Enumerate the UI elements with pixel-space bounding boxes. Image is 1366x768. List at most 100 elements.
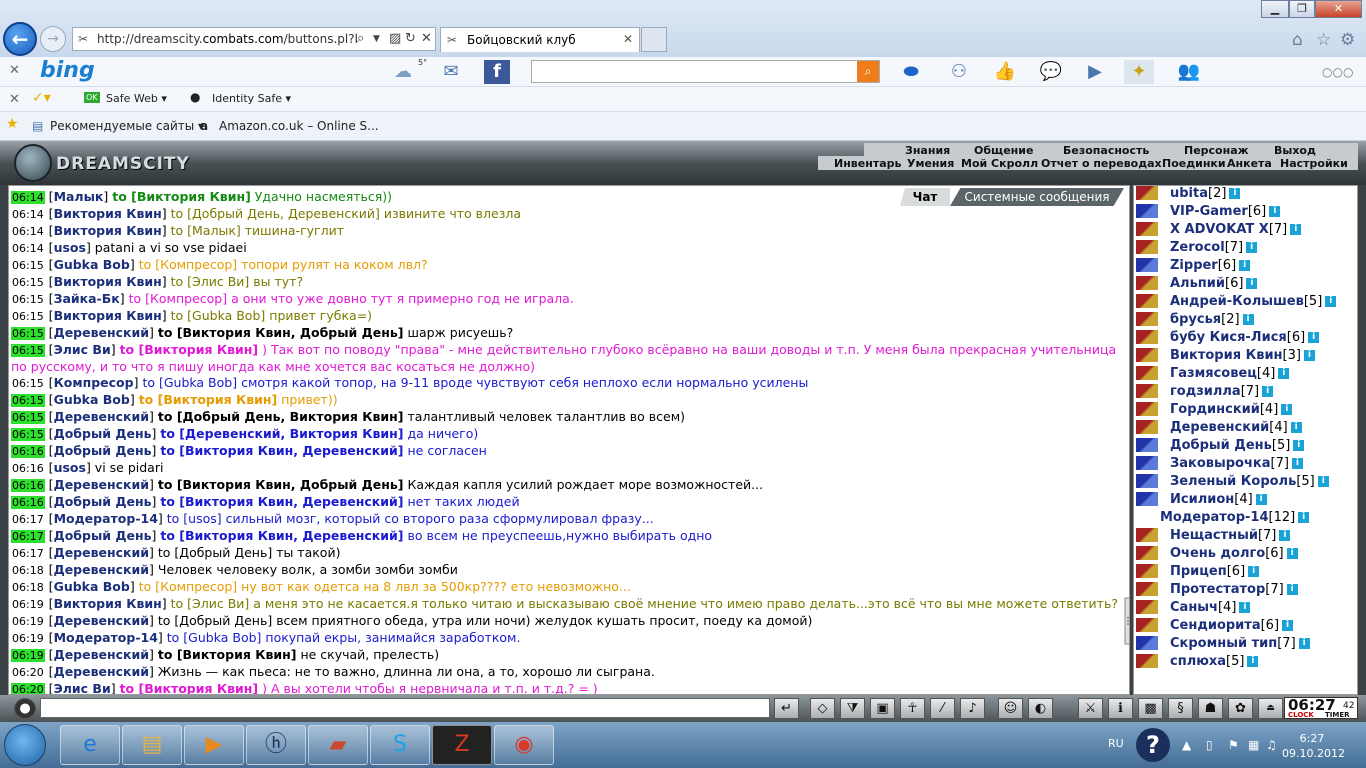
- tray-clock[interactable]: 6:27 09.10.2012: [1282, 731, 1345, 761]
- user-info-icon[interactable]: i: [1239, 260, 1251, 271]
- scroll-icon[interactable]: §: [1168, 698, 1193, 719]
- user-name[interactable]: Сендиорита: [1170, 618, 1261, 633]
- tray-volume-icon[interactable]: ♫: [1266, 738, 1277, 752]
- user-list-item[interactable]: Очень долго[6] i: [1136, 545, 1341, 563]
- people-icon[interactable]: 👥: [1174, 60, 1204, 84]
- chat-nick[interactable]: Компресор: [54, 375, 134, 390]
- stop-icon[interactable]: ✕: [421, 31, 432, 46]
- chat-nick[interactable]: Gubka Bob: [54, 392, 130, 407]
- user-action-icon[interactable]: [1136, 203, 1158, 218]
- user-action-icon[interactable]: [1136, 365, 1158, 380]
- user-list-item[interactable]: Альпий[6] i: [1136, 275, 1341, 293]
- chat-scrollbar[interactable]: [1123, 596, 1129, 646]
- amazon-link[interactable]: Amazon.co.uk – Online S...: [219, 119, 379, 133]
- tray-network-icon[interactable]: ▦: [1248, 738, 1259, 752]
- user-info-icon[interactable]: i: [1246, 242, 1258, 253]
- user-name[interactable]: Прицеп: [1170, 564, 1227, 579]
- menu-skills[interactable]: Умения: [907, 157, 954, 170]
- user-name[interactable]: Андрей-Колышев: [1170, 294, 1304, 309]
- user-action-icon[interactable]: [1136, 563, 1158, 578]
- user-action-icon[interactable]: [1136, 635, 1158, 650]
- chat-nick[interactable]: Деревенский: [54, 325, 149, 340]
- user-action-icon[interactable]: [1136, 257, 1158, 272]
- save-icon[interactable]: ▣: [870, 698, 895, 719]
- chat-nick[interactable]: Виктория Квин: [54, 308, 162, 323]
- user-name[interactable]: Zipper: [1170, 258, 1218, 273]
- user-info-icon[interactable]: i: [1247, 656, 1259, 667]
- menu-my-scroll[interactable]: Мой Скролл: [961, 157, 1038, 170]
- chat-recipients[interactable]: to [Виктория Квин, Деревенский]: [160, 443, 403, 458]
- user-list-item[interactable]: VIP-Gamer[6] i: [1136, 203, 1341, 221]
- chat-bubble-icon[interactable]: 💬: [1036, 60, 1066, 84]
- smiley-face-icon[interactable]: ●: [14, 698, 36, 719]
- user-action-icon[interactable]: [1136, 186, 1158, 200]
- sound-icon[interactable]: ♪: [960, 698, 985, 719]
- user-info-icon[interactable]: i: [1308, 332, 1320, 343]
- chat-recipients[interactable]: to [Виктория Квин]: [158, 647, 297, 662]
- address-bar[interactable]: ✂ http://dreamscity.combats.com/buttons.…: [72, 27, 436, 51]
- chat-recipients[interactable]: to [Виктория Квин, Деревенский]: [160, 494, 403, 509]
- chat-recipients[interactable]: to [usos]: [167, 511, 222, 526]
- weather-icon[interactable]: ☁: [388, 60, 418, 84]
- user-info-icon[interactable]: i: [1242, 314, 1254, 325]
- chat-nick[interactable]: Зайка-Бк: [54, 291, 120, 306]
- chat-recipients[interactable]: to [Виктория Квин]: [112, 189, 251, 204]
- chat-recipients[interactable]: to [Добрый День, Виктория Квин]: [158, 409, 404, 424]
- user-info-icon[interactable]: i: [1298, 512, 1310, 523]
- user-action-icon[interactable]: [1136, 311, 1158, 326]
- chat-nick[interactable]: Модератор-14: [54, 630, 158, 645]
- user-list-item[interactable]: Прицеп[6] i: [1136, 563, 1341, 581]
- chat-nick[interactable]: Элис Ви: [54, 681, 111, 694]
- user-info-icon[interactable]: i: [1291, 458, 1303, 469]
- user-action-icon[interactable]: [1136, 239, 1158, 254]
- taskbar-hp-icon[interactable]: ⓗ: [246, 725, 306, 765]
- person-icon[interactable]: ☥: [900, 698, 925, 719]
- favorites-star-icon[interactable]: ★: [6, 116, 19, 132]
- user-action-icon[interactable]: [1136, 545, 1158, 560]
- identity-safe-menu[interactable]: Identity Safe ▾: [212, 92, 291, 105]
- back-button[interactable]: ←: [3, 22, 37, 56]
- hp-icon[interactable]: ⬬: [896, 60, 926, 84]
- taskbar-skype-icon[interactable]: S: [370, 725, 430, 765]
- user-name[interactable]: Газмясовец: [1170, 366, 1257, 381]
- user-list-item[interactable]: брусья[2] i: [1136, 311, 1341, 329]
- new-tab-button[interactable]: [641, 27, 667, 52]
- chat-nick[interactable]: usos: [54, 460, 86, 475]
- user-list-item[interactable]: Протестатор[7] i: [1136, 581, 1341, 599]
- exit-icon[interactable]: ⏏: [1258, 698, 1283, 719]
- user-list-item[interactable]: Заковырочка[7] i: [1136, 455, 1341, 473]
- bing-search-icon[interactable]: ⌕: [857, 61, 879, 82]
- chat-recipients[interactable]: to [Добрый День]: [158, 613, 272, 628]
- menu-inventory[interactable]: Инвентарь: [834, 157, 901, 170]
- taskbar-explorer-icon[interactable]: ▤: [122, 725, 182, 765]
- tab-system-messages[interactable]: Системные сообщения: [950, 188, 1124, 206]
- chat-nick[interactable]: Деревенский: [54, 664, 149, 679]
- user-info-icon[interactable]: i: [1317, 476, 1329, 487]
- chat-nick[interactable]: Деревенский: [54, 562, 149, 577]
- chat-nick[interactable]: Деревенский: [54, 409, 149, 424]
- user-list-item[interactable]: Сендиорита[6] i: [1136, 617, 1341, 635]
- chat-nick[interactable]: Элис Ви: [54, 342, 111, 357]
- group-icon[interactable]: ☗: [1198, 698, 1223, 719]
- user-name[interactable]: Гординский: [1170, 402, 1260, 417]
- send-icon[interactable]: ↵: [774, 698, 799, 719]
- tab-chat[interactable]: Чат: [900, 188, 950, 206]
- user-list-item[interactable]: Исилион[4] i: [1136, 491, 1341, 509]
- helmet-icon[interactable]: ◐: [1028, 698, 1053, 719]
- user-name[interactable]: Деревенский: [1170, 420, 1269, 435]
- user-name[interactable]: Модератор-14: [1160, 510, 1269, 525]
- user-info-icon[interactable]: i: [1303, 350, 1315, 361]
- chat-recipients[interactable]: to [Виктория Квин]: [120, 681, 259, 694]
- user-action-icon[interactable]: [1136, 455, 1158, 470]
- user-info-icon[interactable]: i: [1255, 494, 1267, 505]
- user-name[interactable]: сплюха: [1170, 654, 1226, 669]
- video-icon[interactable]: ▶: [1080, 60, 1110, 84]
- safe-web-menu[interactable]: Safe Web ▾: [106, 92, 167, 105]
- menu-settings[interactable]: Настройки: [1280, 157, 1348, 170]
- chat-recipients[interactable]: to [Виктория Квин]: [120, 342, 259, 357]
- user-info-icon[interactable]: i: [1246, 278, 1258, 289]
- tab-close-icon[interactable]: ✕: [623, 32, 633, 46]
- slash-icon[interactable]: ⁄: [930, 698, 955, 719]
- user-list-item[interactable]: бубу Кися-Лися[6] i: [1136, 329, 1341, 347]
- user-list-item[interactable]: годзилла[7] i: [1136, 383, 1341, 401]
